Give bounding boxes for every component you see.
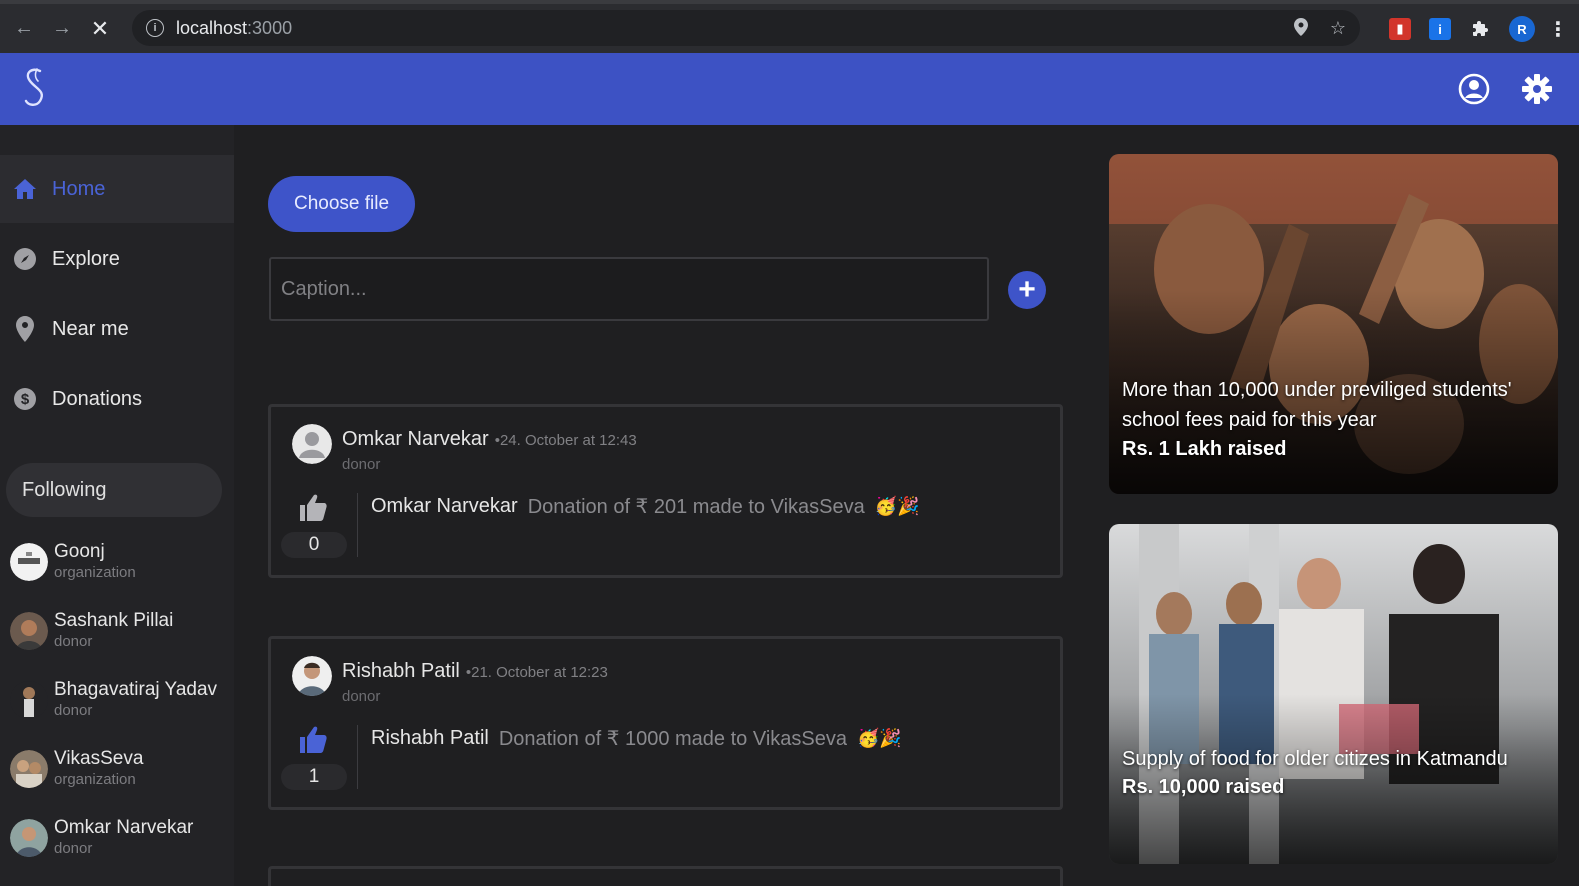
url-text: localhost:3000 xyxy=(176,17,293,38)
app-header xyxy=(0,53,1579,125)
campaign-title: More than 10,000 under previliged studen… xyxy=(1122,379,1512,431)
compass-icon xyxy=(12,246,38,272)
feed-post xyxy=(268,866,1063,886)
add-post-button[interactable]: + xyxy=(1008,271,1046,309)
sidebar-item-donations[interactable]: $ Donations xyxy=(0,365,234,433)
campaign-title: Supply of food for older citizes in Katm… xyxy=(1122,748,1508,770)
following-name: VikasSeva xyxy=(54,748,144,769)
avatar xyxy=(10,543,48,581)
post-author[interactable]: Omkar Narvekar •24. October at 12:43 xyxy=(342,428,637,451)
post-timestamp: •24. October at 12:43 xyxy=(494,432,637,449)
following-name: Sashank Pillai xyxy=(54,610,174,631)
caption-input[interactable] xyxy=(269,257,989,321)
following-role: organization xyxy=(54,564,136,581)
profile-avatar[interactable]: R xyxy=(1509,16,1535,42)
avatar[interactable] xyxy=(292,656,332,696)
campaign-card[interactable]: Supply of food for older citizes in Katm… xyxy=(1109,524,1558,864)
following-item[interactable]: VikasSeva organization xyxy=(10,738,143,800)
sidebar-item-near-me[interactable]: Near me xyxy=(0,295,234,363)
campaign-card[interactable]: More than 10,000 under previliged studen… xyxy=(1109,154,1558,494)
home-icon xyxy=(12,176,38,202)
post-message: Donation of ₹ 1000 made to VikasSeva xyxy=(498,728,847,750)
post-divider xyxy=(357,725,358,789)
post-role: donor xyxy=(342,688,381,705)
like-count: 0 xyxy=(281,532,347,558)
sidebar-item-label: Explore xyxy=(52,247,120,270)
following-header[interactable]: Following xyxy=(6,463,222,517)
campaign-raised: Rs. 10,000 raised xyxy=(1122,776,1285,798)
gear-icon[interactable] xyxy=(1521,73,1553,105)
sidebar-item-label: Home xyxy=(52,177,106,200)
post-body-name: Omkar Narvekar xyxy=(371,495,518,517)
thumbs-up-icon[interactable] xyxy=(297,723,329,755)
avatar xyxy=(10,681,48,719)
party-emoji: 🥳🎉 xyxy=(874,496,920,516)
following-name: Goonj xyxy=(54,541,105,562)
account-circle-icon[interactable] xyxy=(1458,73,1490,105)
avatar xyxy=(10,750,48,788)
following-item[interactable]: Sashank Pillai donor xyxy=(10,600,173,662)
sidebar: Home Explore Near me $ Donations Followi… xyxy=(0,125,234,886)
following-role: donor xyxy=(54,702,93,719)
sidebar-item-explore[interactable]: Explore xyxy=(0,225,234,293)
following-name: Omkar Narvekar xyxy=(54,817,194,838)
location-icon[interactable] xyxy=(1293,18,1308,41)
sidebar-item-home[interactable]: Home xyxy=(0,155,234,223)
party-emoji: 🥳🎉 xyxy=(856,728,902,748)
bookmark-star-icon[interactable]: ☆ xyxy=(1330,18,1346,41)
following-name: Bhagavatiraj Yadav xyxy=(54,679,218,700)
address-bar[interactable]: i localhost:3000 ☆ xyxy=(132,10,1360,46)
kebab-menu-icon[interactable]: ⋮ xyxy=(1548,18,1568,41)
post-timestamp: •21. October at 12:23 xyxy=(465,664,608,681)
forward-arrow-icon[interactable]: → xyxy=(48,15,76,43)
browser-toolbar: ← → ✕ i localhost:3000 ☆ ▮ i R ⋮ xyxy=(0,0,1579,53)
following-item[interactable]: Omkar Narvekar donor xyxy=(10,807,193,869)
avatar[interactable] xyxy=(292,424,332,464)
avatar xyxy=(10,819,48,857)
post-message: Donation of ₹ 201 made to VikasSeva xyxy=(527,496,865,518)
back-arrow-icon[interactable]: ← xyxy=(10,15,38,43)
location-pin-icon xyxy=(12,316,38,342)
plus-icon: + xyxy=(1018,273,1036,306)
following-role: donor xyxy=(54,633,93,650)
sidebar-item-label: Donations xyxy=(52,387,143,410)
like-count: 1 xyxy=(281,764,347,790)
post-divider xyxy=(357,493,358,557)
site-info-icon[interactable]: i xyxy=(146,19,164,37)
choose-file-button[interactable]: Choose file xyxy=(268,176,415,232)
app-logo[interactable] xyxy=(20,65,52,111)
post-body: Rishabh Patil Donation of ₹ 1000 made to… xyxy=(371,726,902,751)
post-role: donor xyxy=(342,456,381,473)
extension-info-icon[interactable]: i xyxy=(1429,18,1451,40)
thumbs-up-icon[interactable] xyxy=(297,491,329,523)
feed-post: Omkar Narvekar •24. October at 12:43 dono… xyxy=(268,404,1063,578)
campaign-raised: Rs. 1 Lakh raised xyxy=(1122,438,1287,460)
post-body: Omkar Narvekar Donation of ₹ 201 made to… xyxy=(371,494,920,519)
svg-text:$: $ xyxy=(21,391,30,408)
following-item[interactable]: Goonj organization xyxy=(10,531,136,593)
avatar xyxy=(10,612,48,650)
post-author[interactable]: Rishabh Patil •21. October at 12:23 xyxy=(342,660,608,683)
following-role: donor xyxy=(54,840,93,857)
stop-loading-icon[interactable]: ✕ xyxy=(86,15,114,43)
following-role: organization xyxy=(54,771,136,788)
extensions-puzzle-icon[interactable] xyxy=(1469,18,1491,40)
sidebar-item-label: Near me xyxy=(52,317,129,340)
following-item[interactable]: Bhagavatiraj Yadav donor xyxy=(10,669,217,731)
campaign-photo-food-supply xyxy=(1109,524,1558,864)
feed-post: Rishabh Patil •21. October at 12:23 donor… xyxy=(268,636,1063,810)
dollar-icon: $ xyxy=(12,386,38,412)
extension-bookmark-icon[interactable]: ▮ xyxy=(1389,18,1411,40)
post-body-name: Rishabh Patil xyxy=(371,727,489,749)
